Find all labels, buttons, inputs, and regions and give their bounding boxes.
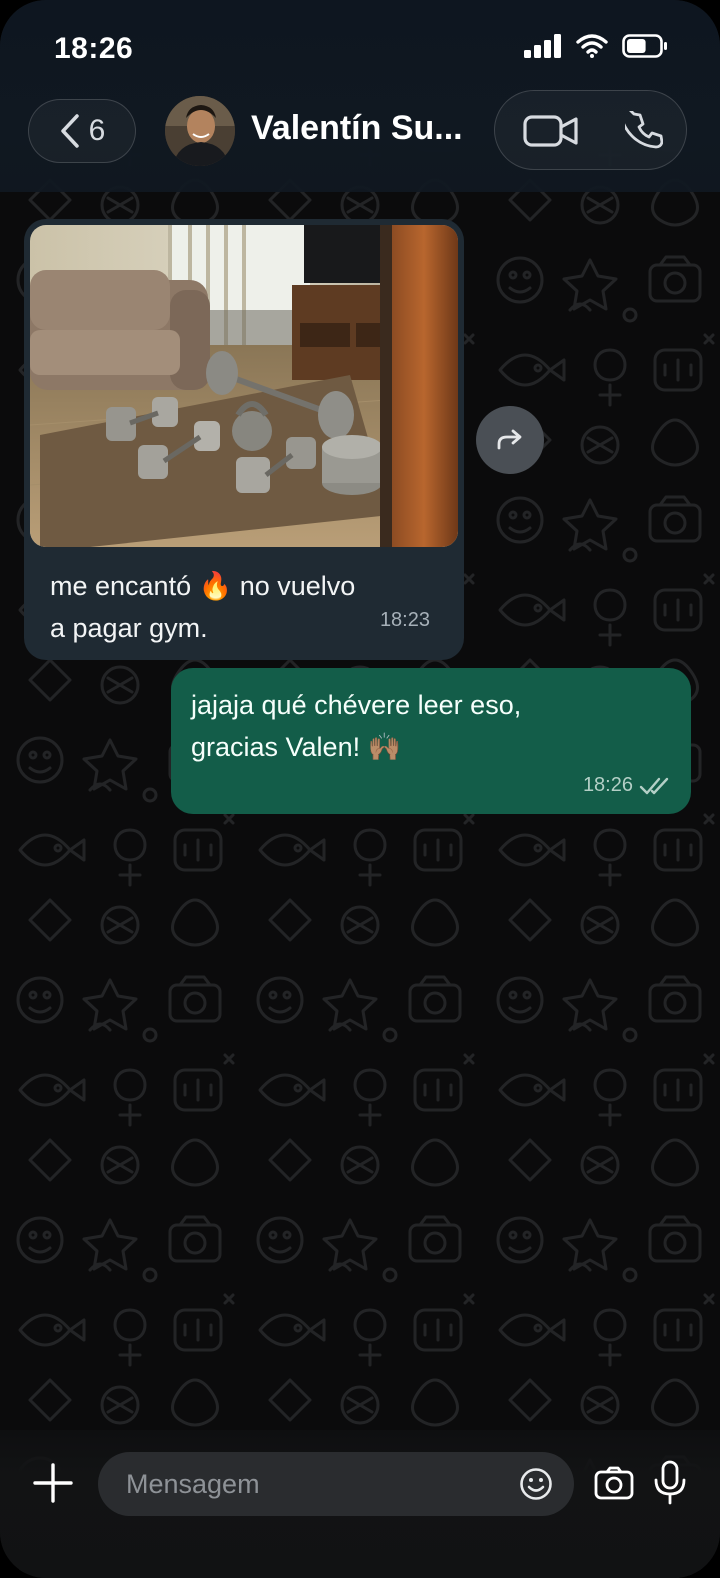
status-icons <box>524 34 668 58</box>
battery-icon <box>622 34 667 58</box>
message-input[interactable] <box>98 1452 574 1516</box>
camera-icon <box>594 1466 634 1500</box>
incoming-message[interactable]: me encantó 🔥 no vuelvo a pagar gym. 18:2… <box>24 219 464 660</box>
status-bar: 18:26 <box>0 0 720 96</box>
status-time: 18:26 <box>54 32 134 65</box>
camera-button[interactable] <box>594 1466 634 1505</box>
double-check-icon <box>639 777 669 794</box>
wifi-icon <box>576 34 608 58</box>
outgoing-message[interactable]: jajaja qué chévere leer eso, gracias Val… <box>171 668 691 814</box>
outgoing-message-text: jajaja qué chévere leer eso, gracias Val… <box>191 690 522 762</box>
back-button[interactable]: 6 <box>28 99 136 163</box>
forward-icon <box>497 429 522 450</box>
video-call-icon <box>523 115 578 147</box>
microphone-button[interactable] <box>652 1460 688 1511</box>
chat-screen: 6 Valentín Su... 18:26 me encantó 🔥 no v… <box>0 0 720 1578</box>
avatar-photo <box>165 96 235 166</box>
message-photo[interactable] <box>30 225 458 547</box>
phone-call-icon <box>619 104 664 149</box>
outgoing-message-time: 18:26 <box>582 774 633 796</box>
video-call-button[interactable] <box>523 113 579 154</box>
forward-button[interactable] <box>476 406 544 474</box>
contact-avatar[interactable] <box>165 96 235 166</box>
call-actions <box>494 90 687 170</box>
unread-count: 6 <box>88 114 106 147</box>
sticker-button[interactable] <box>519 1467 553 1506</box>
incoming-message-time: 18:23 <box>379 609 430 631</box>
voice-call-button[interactable] <box>619 104 664 154</box>
home-gym-photo <box>30 225 458 547</box>
sticker-icon <box>520 1468 552 1500</box>
attach-button[interactable] <box>32 1462 74 1509</box>
incoming-message-caption: me encantó 🔥 no vuelvo a pagar gym. <box>50 571 356 643</box>
contact-name[interactable]: Valentín Su... <box>251 109 477 148</box>
microphone-icon <box>654 1460 686 1505</box>
chevron-left-icon <box>60 114 79 148</box>
cellular-signal-icon <box>524 34 561 58</box>
outgoing-message-meta: 18:26 <box>583 774 673 797</box>
plus-icon <box>33 1463 73 1503</box>
message-composer <box>0 1430 720 1578</box>
